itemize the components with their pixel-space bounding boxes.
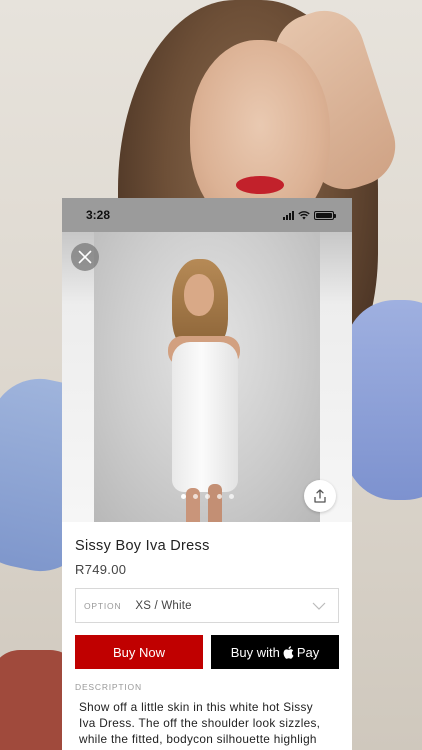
product-photo bbox=[94, 232, 320, 522]
page-dot[interactable] bbox=[204, 494, 210, 499]
page-dot[interactable] bbox=[216, 494, 222, 499]
model-dress bbox=[172, 342, 238, 492]
option-label: OPTION bbox=[84, 600, 122, 611]
option-select[interactable]: OPTION XS / White bbox=[75, 588, 339, 623]
apple-logo-icon bbox=[283, 645, 294, 659]
product-price: R749.00 bbox=[75, 562, 127, 577]
buy-now-button[interactable]: Buy Now bbox=[75, 635, 203, 669]
status-icons bbox=[283, 210, 336, 220]
bg-model-lips bbox=[236, 176, 284, 194]
close-button[interactable] bbox=[71, 243, 99, 271]
share-button[interactable] bbox=[304, 480, 336, 512]
model-face bbox=[184, 274, 214, 316]
product-title: Sissy Boy Iva Dress bbox=[75, 538, 210, 554]
page-dot[interactable] bbox=[192, 494, 198, 499]
apple-pay-button[interactable]: Buy with Pay bbox=[211, 635, 339, 669]
battery-icon bbox=[314, 210, 336, 220]
product-image-gallery[interactable] bbox=[62, 232, 352, 522]
chevron-down-icon bbox=[312, 602, 326, 610]
description-heading: DESCRIPTION bbox=[75, 682, 142, 692]
apple-pay-label: Pay bbox=[296, 644, 320, 660]
wifi-icon bbox=[298, 210, 310, 219]
option-value: XS / White bbox=[135, 599, 192, 612]
page-dot[interactable] bbox=[180, 494, 186, 499]
phone-screen: 3:28 Sissy Boy Iva Dress R749.00 OPTION … bbox=[62, 198, 352, 750]
status-time: 3:28 bbox=[86, 208, 111, 222]
status-bar: 3:28 bbox=[62, 198, 352, 232]
bg-sleeve-right bbox=[345, 300, 422, 500]
signal-icon bbox=[283, 210, 294, 220]
purchase-buttons: Buy Now Buy with Pay bbox=[75, 635, 339, 669]
apple-pay-buy-with-label: Buy with bbox=[230, 644, 280, 660]
page-dot[interactable] bbox=[228, 494, 234, 499]
description-text: Show off a little skin in this white hot… bbox=[79, 700, 321, 750]
model-leg bbox=[208, 484, 222, 522]
close-icon bbox=[78, 250, 92, 264]
share-icon bbox=[314, 489, 326, 503]
